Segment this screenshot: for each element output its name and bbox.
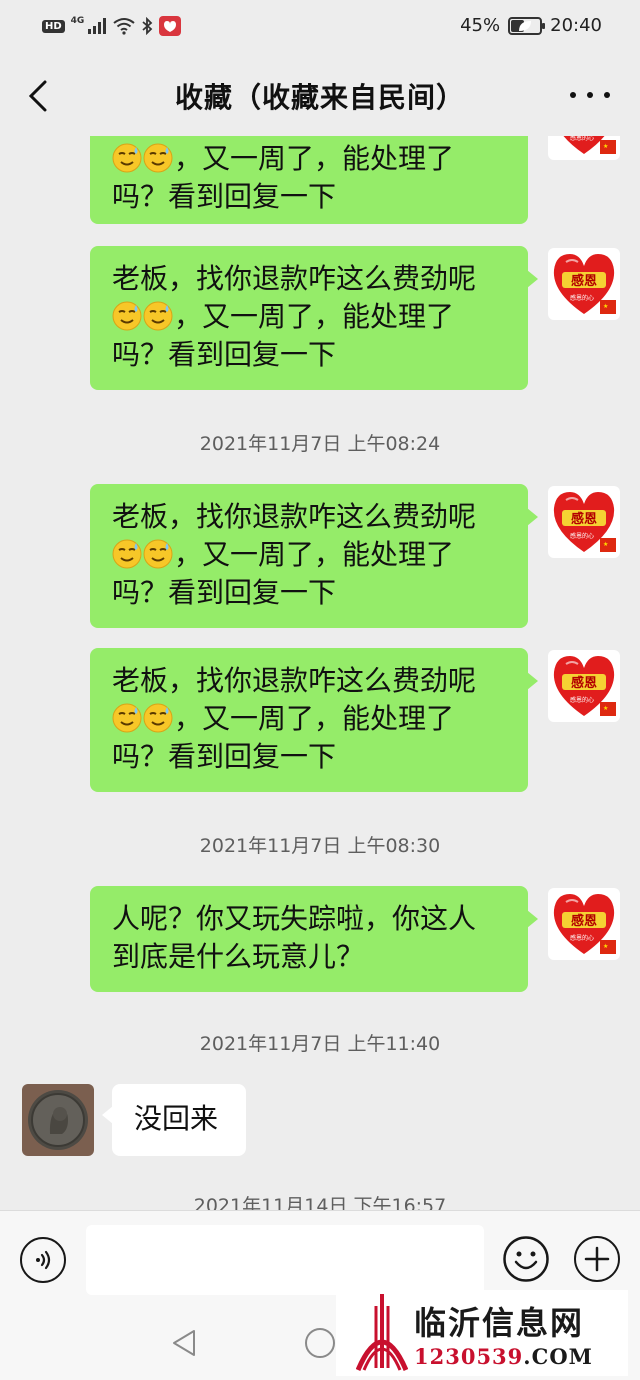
message-input[interactable] — [86, 1225, 484, 1295]
message-bubble-received[interactable]: 没回来 — [102, 1084, 246, 1156]
page-title: 收藏（收藏来自民间） — [174, 81, 465, 114]
sweat-smile-emoji-icon — [143, 703, 173, 733]
wifi-icon — [113, 18, 135, 35]
heart-avatar-image: 感恩感恩的心 ★ — [548, 650, 620, 722]
avatar-text: 感恩 — [571, 675, 597, 691]
message-line: ，又一周了，能处理了 — [174, 538, 455, 571]
message-line: 人呢？你又玩失踪啦，你这人 — [112, 902, 477, 935]
message-line: 老板，找你退款咋这么费劲呢 — [112, 664, 477, 697]
message-line: 老板，找你退款咋这么费劲呢 — [112, 262, 477, 295]
self-avatar[interactable]: 感恩感恩的心 ★ — [548, 650, 620, 722]
coin-avatar-image — [22, 1084, 94, 1156]
message-line: ，又一周了，能处理了 — [174, 142, 455, 175]
timestamp: 2021年11月7日 上午11:40 — [199, 1033, 441, 1055]
avatar-subtext: 感恩的心 — [570, 696, 594, 704]
battery-icon — [508, 16, 546, 35]
bluetooth-icon — [142, 17, 153, 35]
avatar-subtext: 感恩的心 — [570, 136, 594, 142]
status-left: HD 4G — [42, 16, 182, 36]
message-bubble[interactable]: 老板，找你退款咋这么费劲呢 ，又一周了，能处理了 吗？看到回复一下 — [90, 136, 528, 224]
battery-percent: 45% — [460, 15, 501, 36]
svg-text:★: ★ — [603, 705, 608, 712]
sweat-smile-emoji-icon — [112, 539, 142, 569]
self-avatar[interactable]: 感恩感恩的心 ★ — [548, 248, 620, 320]
emoji-icon — [503, 1236, 549, 1282]
more-button[interactable] — [570, 80, 610, 110]
plus-icon — [584, 1246, 610, 1272]
avatar-text: 感恩 — [571, 511, 597, 527]
sweat-smile-emoji-icon — [112, 703, 142, 733]
avatar-subtext: 感恩的心 — [570, 934, 594, 942]
timestamp: 2021年11月7日 上午08:24 — [199, 433, 441, 455]
avatar-subtext: 感恩的心 — [570, 294, 594, 302]
plus-button[interactable] — [574, 1236, 620, 1282]
message-bubble[interactable]: 老板，找你退款咋这么费劲呢 ，又一周了，能处理了 吗？看到回复一下 — [90, 484, 538, 628]
message-line: 吗？看到回复一下 — [112, 576, 337, 609]
message-bubble[interactable]: 老板，找你退款咋这么费劲呢 ，又一周了，能处理了 吗？看到回复一下 — [90, 648, 538, 792]
message-bubble[interactable]: 人呢？你又玩失踪啦，你这人 到底是什么玩意儿？ — [90, 886, 538, 992]
site-logo-icon — [356, 1294, 408, 1371]
watermark-url-domain: .COM — [523, 1344, 593, 1369]
status-bar: HD 4G 45% 20:40 — [0, 0, 640, 56]
hd-badge: HD — [42, 19, 65, 33]
heart-avatar-image: 感恩感恩的心 ★ — [548, 888, 620, 960]
avatar-subtext: 感恩的心 — [570, 532, 594, 540]
signal-icon — [88, 18, 107, 34]
message-line: 吗？看到回复一下 — [112, 740, 337, 773]
chat-area[interactable]: 老板，找你退款咋这么费劲呢 ，又一周了，能处理了 吗？看到回复一下 感恩感恩的心… — [0, 136, 640, 1210]
nav-back-button[interactable] — [170, 1328, 198, 1362]
app-notification-icon — [159, 16, 182, 36]
message-line: 吗？看到回复一下 — [112, 338, 337, 371]
self-avatar[interactable]: 感恩感恩的心 ★ — [548, 486, 620, 558]
network-type-label: 4G — [70, 16, 85, 26]
svg-text:★: ★ — [603, 143, 608, 150]
ellipsis-dot — [570, 92, 576, 98]
avatar-text: 感恩 — [571, 913, 597, 929]
message-line: 老板，找你退款咋这么费劲呢 — [112, 500, 477, 533]
message-line: 到底是什么玩意儿？ — [112, 940, 365, 973]
sweat-smile-emoji-icon — [143, 143, 173, 173]
self-avatar[interactable]: 感恩感恩的心 ★ — [548, 888, 620, 960]
sweat-smile-emoji-icon — [143, 539, 173, 569]
sweat-smile-emoji-icon — [112, 301, 142, 331]
emoji-button[interactable] — [502, 1235, 550, 1283]
contact-avatar[interactable] — [22, 1084, 94, 1156]
svg-text:★: ★ — [603, 943, 608, 950]
heart-avatar-image: 感恩感恩的心 ★ — [548, 248, 620, 320]
heart-avatar-image: 感恩感恩的心★ — [548, 136, 620, 160]
voice-button[interactable] — [20, 1237, 66, 1283]
svg-text:★: ★ — [603, 303, 608, 310]
watermark-url: 1230539.COM — [414, 1344, 593, 1369]
nav-home-button[interactable] — [305, 1328, 335, 1358]
status-right: 45% 20:40 — [460, 15, 602, 36]
timestamp: 2021年11月7日 上午08:30 — [199, 835, 441, 857]
sweat-smile-emoji-icon — [112, 143, 142, 173]
heart-avatar-image: 感恩感恩的心 ★ — [548, 486, 620, 558]
self-avatar[interactable]: 感恩感恩的心★ — [548, 136, 620, 160]
ellipsis-dot — [587, 92, 593, 98]
ellipsis-dot — [604, 92, 610, 98]
svg-text:★: ★ — [603, 541, 608, 548]
message-line: 吗？看到回复一下 — [112, 180, 337, 213]
message-line: ，又一周了，能处理了 — [174, 702, 455, 735]
avatar-text: 感恩 — [571, 273, 597, 289]
clock: 20:40 — [550, 15, 602, 36]
sweat-smile-emoji-icon — [143, 301, 173, 331]
message-line: ，又一周了，能处理了 — [174, 300, 455, 333]
watermark-url-number: 1230539 — [414, 1344, 524, 1369]
title-bar: 收藏（收藏来自民间） — [0, 56, 640, 136]
site-watermark: 临沂信息网 1230539.COM — [336, 1290, 628, 1376]
message-line: 老板，找你退款咋这么费劲呢 — [112, 136, 476, 137]
triangle-back-icon — [173, 1330, 195, 1356]
timestamp: 2021年11月14日 下午16:57 — [193, 1195, 447, 1210]
message-line: 没回来 — [134, 1102, 219, 1135]
leaf-icon — [519, 20, 532, 31]
message-bubble[interactable]: 老板，找你退款咋这么费劲呢 ，又一周了，能处理了 吗？看到回复一下 — [90, 246, 538, 390]
voice-icon — [36, 1250, 51, 1270]
watermark-title: 临沂信息网 — [414, 1304, 585, 1342]
